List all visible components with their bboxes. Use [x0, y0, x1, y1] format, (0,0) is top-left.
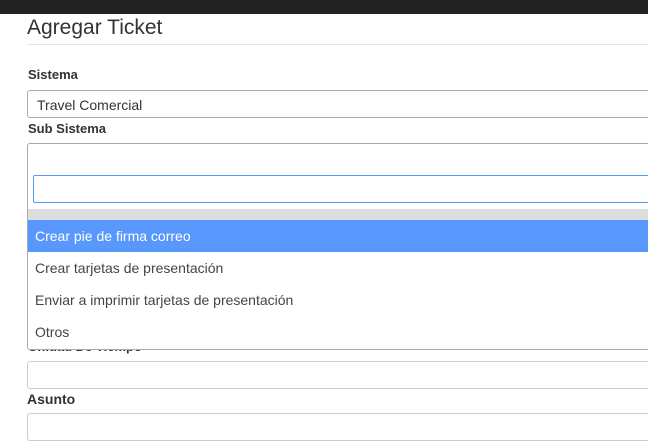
unidad-de-tiempo-input[interactable] [27, 361, 648, 389]
dropdown-options-list: Crear pie de firma correo Crear tarjetas… [28, 220, 648, 348]
sistema-select[interactable]: Travel Comercial [27, 90, 648, 118]
title-divider [27, 44, 648, 45]
dropdown-option[interactable]: Otros [28, 316, 648, 348]
sub-sistema-dropdown: Crear pie de firma correo Crear tarjetas… [27, 170, 648, 350]
asunto-input[interactable] [27, 413, 648, 441]
dropdown-search-input[interactable] [33, 175, 648, 203]
sub-sistema-label: Sub Sistema [28, 121, 107, 136]
dropdown-option[interactable]: Enviar a imprimir tarjetas de presentaci… [28, 284, 648, 316]
dropdown-scroll-area [28, 209, 648, 220]
sistema-label: Sistema [28, 67, 78, 82]
top-navbar [0, 0, 648, 14]
dropdown-option[interactable]: Crear tarjetas de presentación [28, 252, 648, 284]
asunto-label: Asunto [27, 391, 76, 407]
sub-sistema-select[interactable] [27, 143, 648, 171]
dropdown-option[interactable]: Crear pie de firma correo [28, 220, 648, 252]
page-title: Agregar Ticket [27, 16, 163, 39]
sistema-selected-value: Travel Comercial [37, 97, 143, 113]
